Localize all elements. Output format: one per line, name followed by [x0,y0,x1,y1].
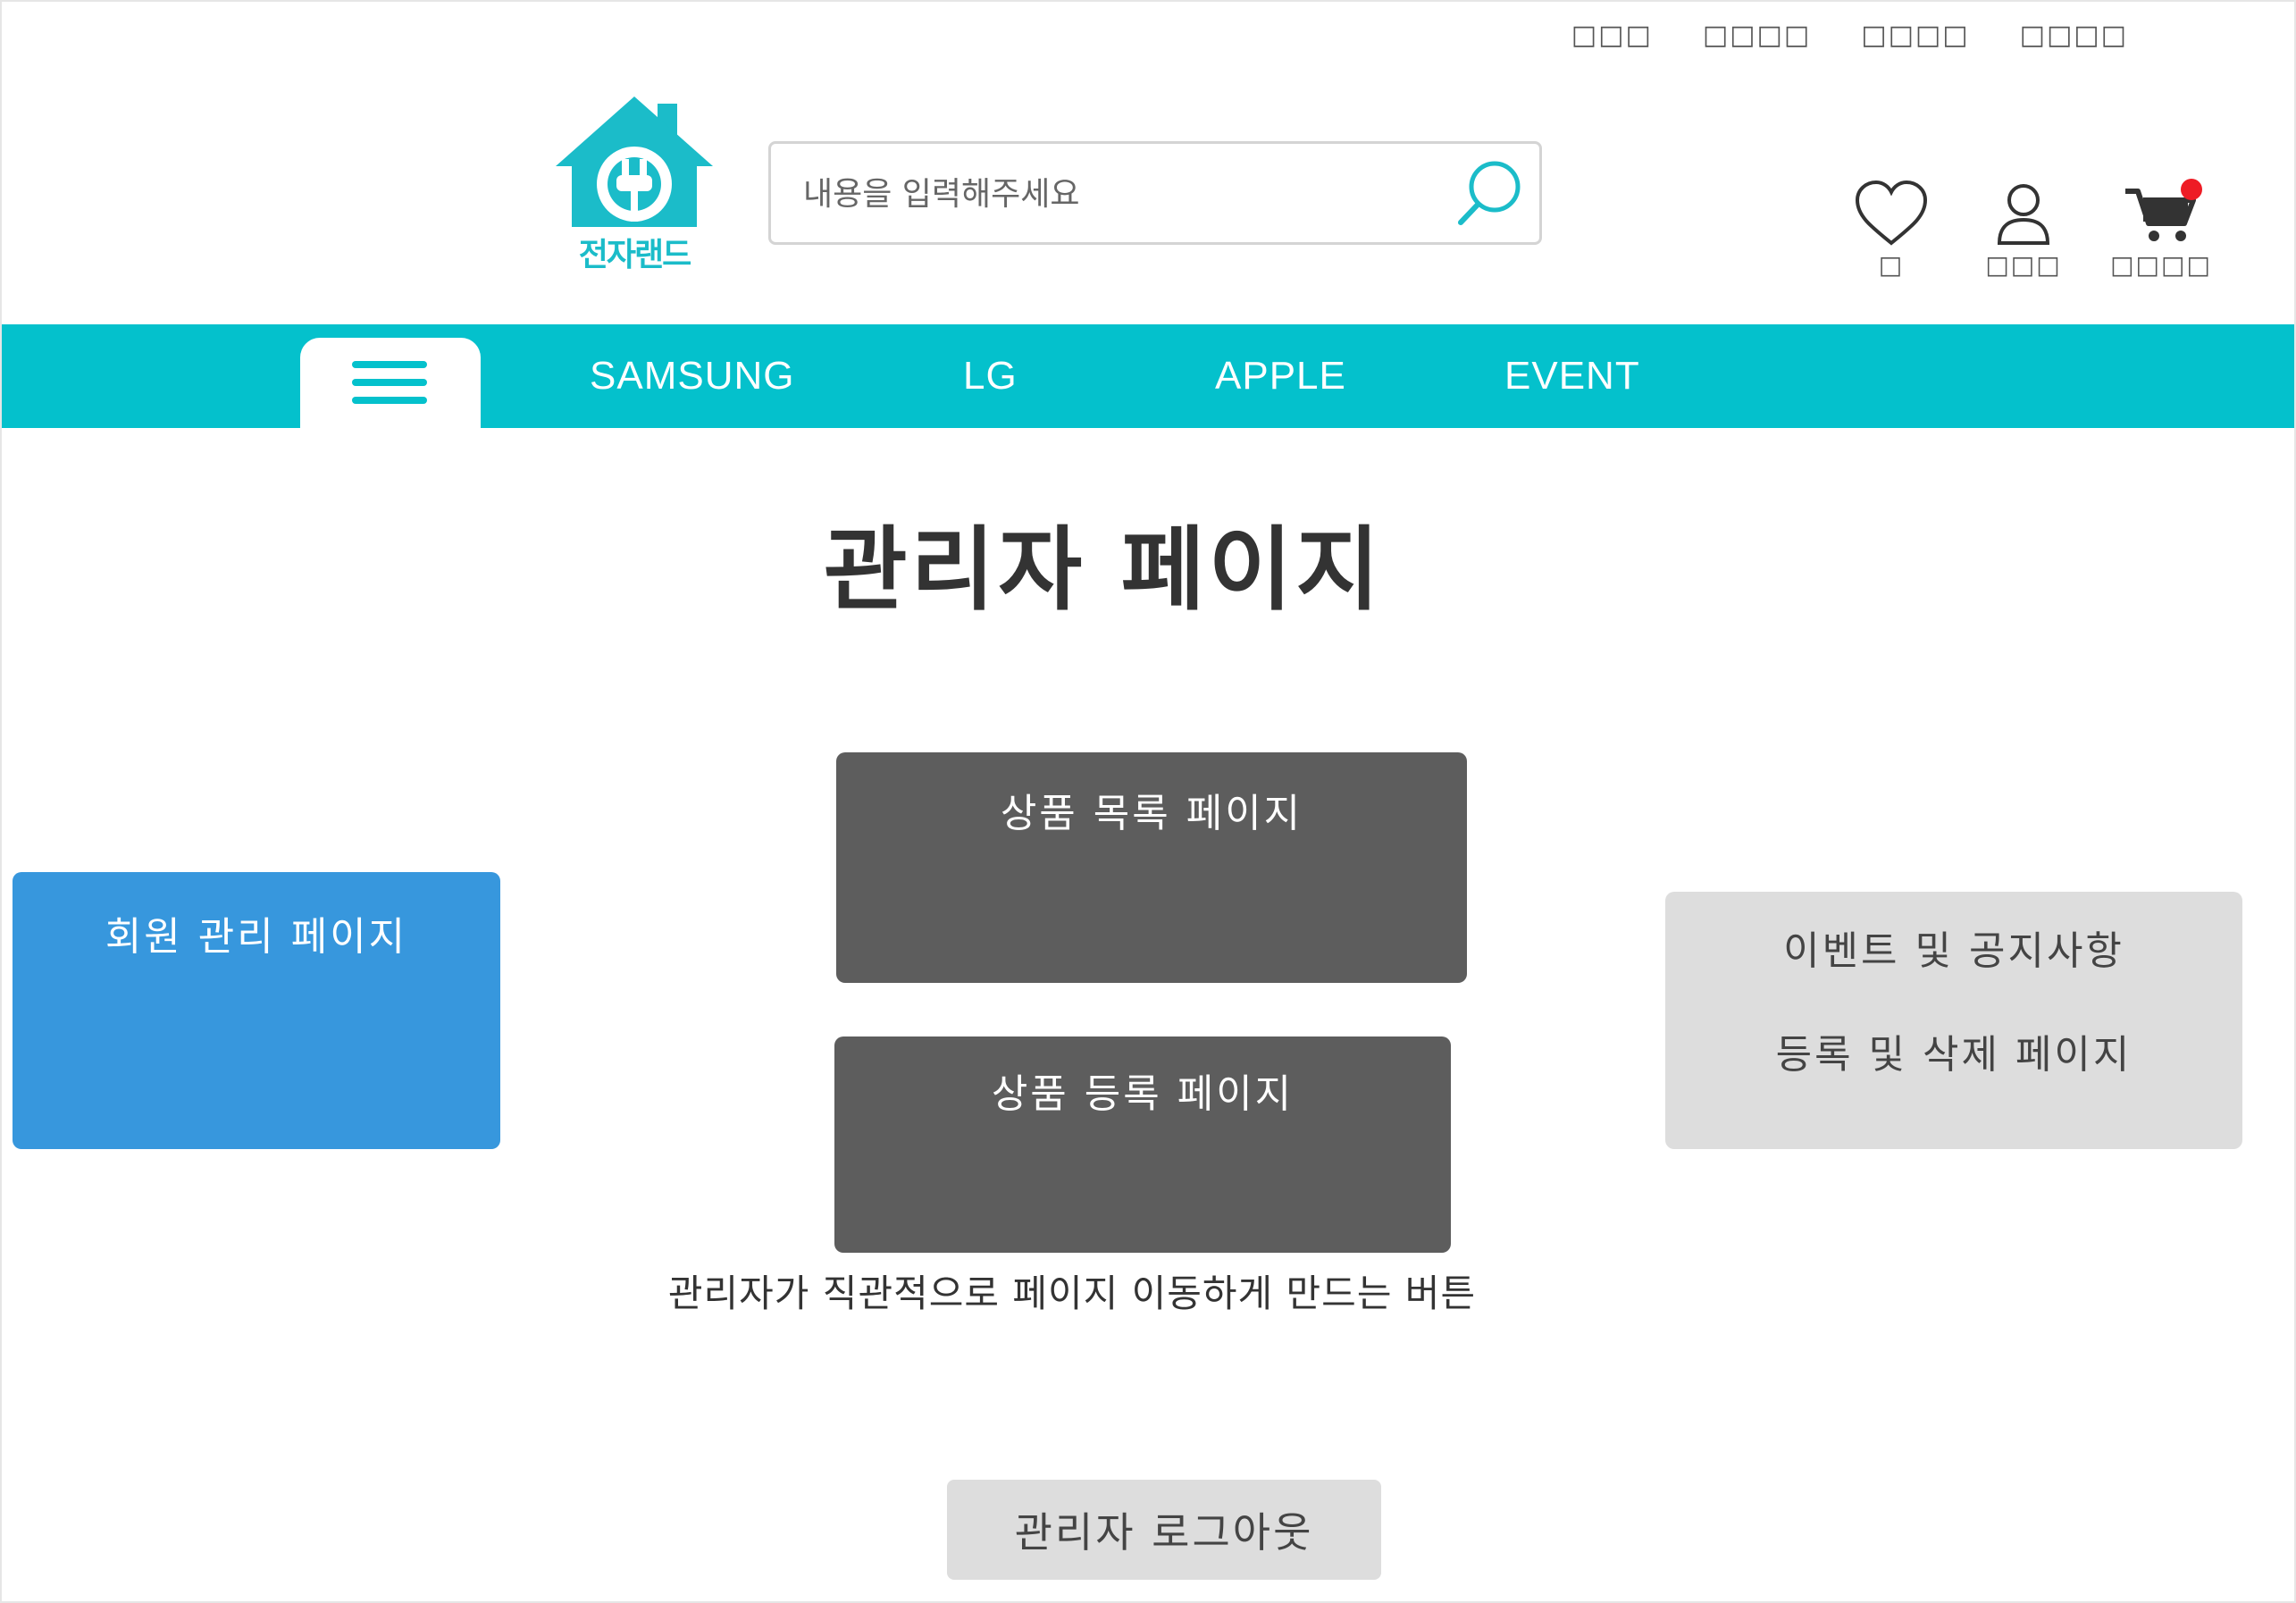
page-title: 관리자 페이지 [823,517,1384,624]
nav-item-lg[interactable]: LG [963,354,1018,399]
top-link-3[interactable]: □□□□ [1861,20,1969,51]
event-notice-button[interactable]: 이벤트 및 공지사항 등록 및 삭제 페이지 [1665,892,2242,1149]
mypage-button[interactable]: □□□ [1965,179,2082,280]
top-utility-links: □□□ □□□□ □□□□ □□□□ [1571,20,2128,51]
product-register-label: 상품 등록 페이지 [991,1071,1295,1117]
heart-icon [1855,180,1928,246]
search-icon[interactable] [1448,155,1529,235]
nav-item-apple[interactable]: APPLE [1215,354,1346,399]
nav-item-event[interactable]: EVENT [1504,354,1640,399]
hamburger-icon [352,361,427,368]
product-register-button[interactable]: 상품 등록 페이지 [834,1036,1451,1253]
cart-label: □□□□ [2110,250,2212,280]
product-list-button[interactable]: 상품 목록 페이지 [836,752,1467,983]
top-link-2[interactable]: □□□□ [1703,20,1811,51]
search-box [768,141,1542,245]
wishlist-button[interactable]: □ [1833,179,1949,280]
cart-icon [2125,179,2202,241]
mypage-label: □□□ [1985,250,2062,280]
buttons-caption: 관리자가 직관적으로 페이지 이동하게 만드는 버튼 [667,1271,1477,1315]
event-notice-label-line2: 등록 및 삭제 페이지 [1775,1032,2133,1078]
admin-logout-button[interactable]: 관리자 로그아웃 [947,1480,1381,1580]
member-management-button[interactable]: 회원 관리 페이지 [13,872,500,1149]
top-link-1[interactable]: □□□ [1571,20,1653,51]
site-logo[interactable]: 전자랜드 [552,93,716,273]
member-management-label: 회원 관리 페이지 [105,914,408,960]
top-link-4[interactable]: □□□□ [2020,20,2128,51]
logo-text: 전자랜드 [578,237,691,273]
search-input[interactable] [803,171,1429,217]
nav-item-samsung[interactable]: SAMSUNG [590,354,794,399]
user-icon [1997,184,2050,245]
cart-button[interactable]: □□□□ [2103,179,2219,280]
product-list-label: 상품 목록 페이지 [1000,791,1303,836]
cart-badge [2181,179,2202,200]
wishlist-label: □ [1878,250,1905,280]
menu-button[interactable] [300,338,481,430]
event-notice-label-line1: 이벤트 및 공지사항 [1783,928,2124,974]
house-plug-icon [556,97,713,227]
